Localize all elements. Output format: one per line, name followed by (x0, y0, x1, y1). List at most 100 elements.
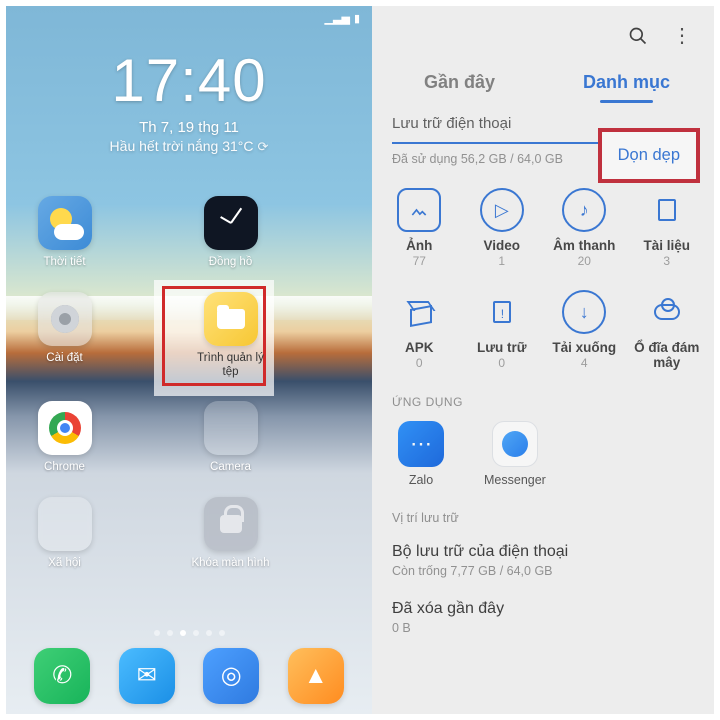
cat-label: Video (461, 238, 544, 253)
weather-text: Hầu hết trời nắng 31°C (110, 138, 254, 154)
document-icon (645, 188, 689, 232)
dock-browser[interactable]: ◎ (203, 648, 259, 704)
cloud-icon (645, 290, 689, 334)
social-folder-icon (38, 497, 92, 551)
cat-count: 20 (543, 254, 626, 268)
app-label: Trình quản lý tệp (190, 352, 271, 380)
app-label: Đồng hồ (190, 256, 271, 270)
list-item-title: Bộ lưu trữ của điện thoại (392, 543, 694, 561)
tab-recent[interactable]: Gần đây (376, 62, 543, 107)
cat-video[interactable]: ▷ Video1 (461, 188, 544, 268)
cat-count: 0 (378, 356, 461, 370)
dock-phone[interactable]: ✆ (34, 648, 90, 704)
weather-icon (38, 196, 92, 250)
cat-count: 77 (378, 254, 461, 268)
dot (193, 630, 199, 636)
cat-count: 0 (461, 356, 544, 370)
audio-icon: ♪ (562, 188, 606, 232)
cat-images[interactable]: Ảnh77 (378, 188, 461, 268)
dock-sms[interactable]: ✉ (119, 648, 175, 704)
dot (219, 630, 225, 636)
dot (167, 630, 173, 636)
cat-count: 4 (543, 356, 626, 370)
app-chip-messenger[interactable]: Messenger (484, 421, 546, 487)
cat-label: Tài liệu (626, 238, 709, 253)
app-social-folder[interactable]: Xã hội (24, 497, 105, 571)
left-phone-home-screen: ▁▃▅ ▮ 17:40 Th 7, 19 thg 11 Hầu hết trời… (6, 6, 372, 714)
cat-download[interactable]: ↓ Tải xuống4 (543, 290, 626, 371)
dock: ✆ ✉ ◎ ▲ (6, 648, 372, 704)
cat-count: 3 (626, 254, 709, 268)
cat-audio[interactable]: ♪ Âm thanh20 (543, 188, 626, 268)
fm-top-actions: ⋮ (372, 6, 714, 62)
list-item-phone-storage[interactable]: Bộ lưu trữ của điện thoại Còn trống 7,77… (372, 535, 714, 592)
app-label: Camera (190, 461, 271, 475)
download-icon: ↓ (562, 290, 606, 334)
cat-label: Ổ đĩa đám mây (626, 340, 709, 370)
cleanup-button[interactable]: Dọn dẹp (598, 128, 700, 183)
cat-label: Ảnh (378, 238, 461, 253)
app-grid: Thời tiết Đồng hồ Cài đặt Trình quản lý … (24, 196, 354, 571)
sms-icon: ✉ (119, 648, 175, 704)
cat-count: 1 (461, 254, 544, 268)
app-label: Xã hội (24, 557, 105, 571)
cat-label: Tải xuống (543, 340, 626, 355)
video-icon: ▷ (480, 188, 524, 232)
app-chip-label: Messenger (484, 473, 546, 487)
category-grid: Ảnh77 ▷ Video1 ♪ Âm thanh20 Tài liệu3 APK0… (372, 182, 714, 389)
cat-label: Âm thanh (543, 238, 626, 253)
apps-row: ⋯ Zalo Messenger (372, 421, 714, 509)
list-item-recently-deleted[interactable]: Đã xóa gần đây 0 B (372, 592, 714, 649)
apps-section-header: ỨNG DỤNG (372, 389, 714, 421)
app-weather[interactable]: Thời tiết (24, 196, 105, 270)
clock-weather: Hầu hết trời nắng 31°C⟳ (6, 138, 372, 155)
zalo-icon: ⋯ (398, 421, 444, 467)
app-file-manager[interactable]: Trình quản lý tệp (190, 292, 271, 380)
dock-gallery[interactable]: ▲ (288, 648, 344, 704)
battery-icon: ▮ (354, 12, 360, 25)
clock-icon (204, 196, 258, 250)
app-lockscreen[interactable]: Khóa màn hình (190, 497, 271, 571)
app-camera-folder[interactable]: Camera (190, 401, 271, 475)
signal-icon: ▁▃▅ (325, 12, 350, 25)
camera-folder-icon (204, 401, 258, 455)
app-clock[interactable]: Đồng hồ (190, 196, 271, 270)
settings-icon (38, 292, 92, 346)
status-bar: ▁▃▅ ▮ (325, 12, 360, 25)
list-item-subtitle: Còn trống 7,77 GB / 64,0 GB (392, 564, 694, 578)
image-icon (397, 188, 441, 232)
cat-apk[interactable]: APK0 (378, 290, 461, 371)
side-by-side-tutorial: ▁▃▅ ▮ 17:40 Th 7, 19 thg 11 Hầu hết trời… (0, 0, 720, 720)
browser-icon: ◎ (203, 648, 259, 704)
app-chip-label: Zalo (398, 473, 444, 487)
lock-icon (204, 497, 258, 551)
dot-active (180, 630, 186, 636)
cat-archive[interactable]: ! Lưu trữ0 (461, 290, 544, 371)
tab-categories[interactable]: Danh mục (543, 62, 710, 107)
cat-cloud[interactable]: Ổ đĩa đám mây (626, 290, 709, 371)
more-vert-icon[interactable]: ⋮ (672, 26, 692, 46)
cat-label: Lưu trữ (461, 340, 544, 355)
refresh-icon[interactable]: ⟳ (258, 139, 269, 155)
app-label: Thời tiết (24, 256, 105, 270)
search-icon[interactable] (628, 26, 648, 46)
dot (154, 630, 160, 636)
app-chip-zalo[interactable]: ⋯ Zalo (398, 421, 444, 487)
app-settings[interactable]: Cài đặt (24, 292, 105, 380)
right-phone-file-manager: ⋮ Gần đây Danh mục Lưu trữ điện thoại Đã… (372, 6, 714, 714)
app-label: Chrome (24, 461, 105, 475)
app-chrome[interactable]: Chrome (24, 401, 105, 475)
clock-widget[interactable]: 17:40 Th 7, 19 thg 11 Hầu hết trời nắng … (6, 46, 372, 155)
cat-docs[interactable]: Tài liệu3 (626, 188, 709, 268)
list-item-subtitle: 0 B (392, 621, 694, 635)
fm-tabs: Gần đây Danh mục (372, 62, 714, 107)
page-indicator[interactable] (6, 630, 372, 636)
cat-label: APK (378, 340, 461, 355)
clock-time: 17:40 (6, 46, 372, 115)
messenger-icon (492, 421, 538, 467)
app-label: Khóa màn hình (190, 557, 271, 571)
clock-date: Th 7, 19 thg 11 (6, 119, 372, 136)
app-label: Cài đặt (24, 352, 105, 366)
archive-icon: ! (480, 290, 524, 334)
phone-icon: ✆ (34, 648, 90, 704)
